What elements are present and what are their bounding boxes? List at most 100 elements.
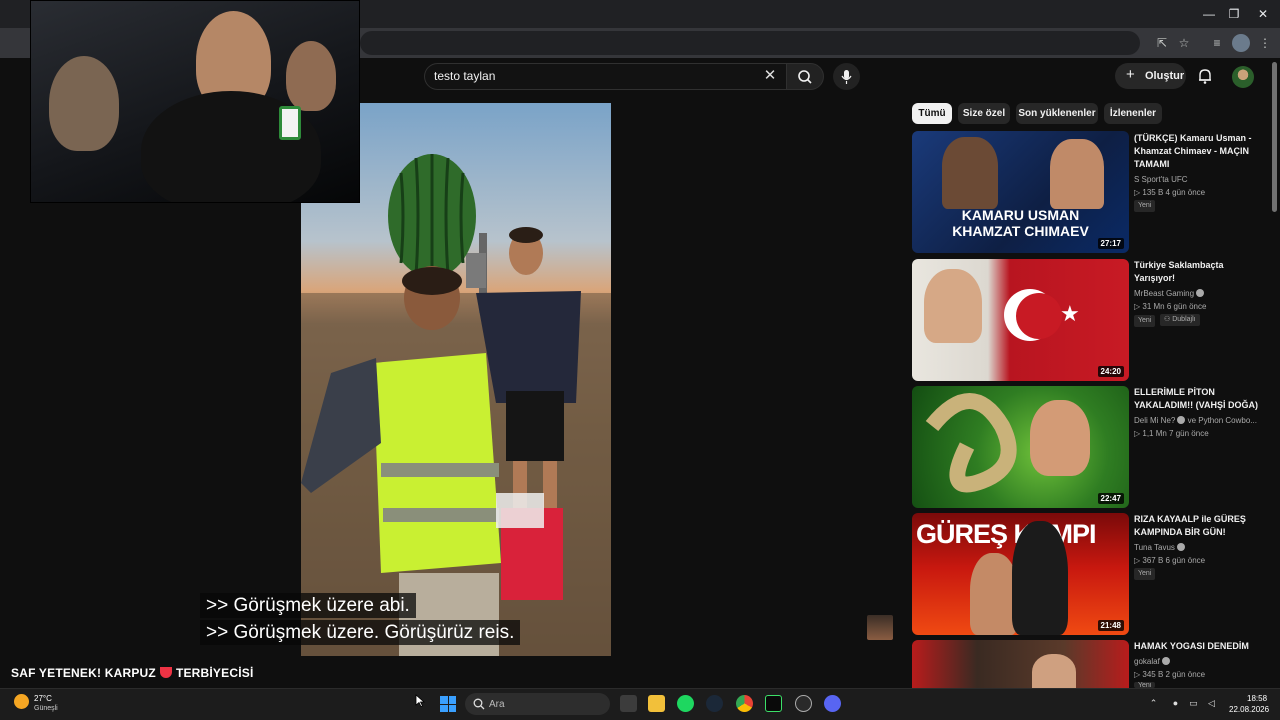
settings-gear-icon[interactable] <box>795 695 812 712</box>
thumbnail-fighter <box>942 137 998 209</box>
thumbnail-python <box>925 393 1017 493</box>
microphone-tray-icon[interactable]: ● <box>1170 698 1181 709</box>
profile-avatar-icon[interactable] <box>1232 34 1250 52</box>
webcam-person <box>49 56 119 151</box>
bookmark-star-icon[interactable]: ☆ <box>1175 34 1193 52</box>
video-meta: ▷ 135 B 4 gün önce <box>1134 188 1206 197</box>
notifications-button[interactable] <box>1195 66 1215 86</box>
collab-channel: ve Python Cowbo... <box>1187 416 1257 425</box>
chip-for-you[interactable]: Size özel <box>958 103 1010 124</box>
video-thumbnail[interactable]: GÜREŞ KAMPI 21:48 <box>912 513 1129 635</box>
thumbnail-fighter <box>1050 139 1104 209</box>
taskbar-search-label: Ara <box>489 699 505 710</box>
search-button[interactable] <box>786 63 824 90</box>
video-title[interactable]: HAMAK YOGASI DENEDİM <box>1134 640 1264 653</box>
video-title[interactable]: RIZA KAYAALP ile GÜREŞ KAMPINDA BİR GÜN! <box>1134 513 1264 539</box>
new-badge: Yeni <box>1134 315 1156 327</box>
channel-name[interactable]: Deli Mi Ne? ve Python Cowbo... <box>1134 416 1257 425</box>
task-view-icon[interactable] <box>620 695 637 712</box>
search-query: testo taylan <box>434 69 496 83</box>
caption-left: SAF YETENEK! KARPUZ <box>11 666 156 680</box>
plus-icon: + <box>1126 66 1135 83</box>
chip-watched[interactable]: İzlenenler <box>1104 103 1162 124</box>
voice-search-button[interactable] <box>833 63 860 90</box>
video-meta: ▷ 1,1 Mn 7 gün önce <box>1134 429 1209 438</box>
webcam-person <box>286 41 336 111</box>
caption-right: TERBİYECİSİ <box>175 666 254 680</box>
channel-name-text: gokalaf <box>1134 657 1160 666</box>
account-avatar[interactable] <box>1232 66 1254 88</box>
new-badge: Yeni <box>1134 200 1156 212</box>
chip-recent[interactable]: Son yüklenenler <box>1016 103 1098 124</box>
subtitle-line: >> Görüşmek üzere abi. <box>200 593 416 618</box>
thumbnail-text: KAMARU USMAN KHAMZAT CHIMAEV <box>952 207 1089 239</box>
install-app-icon[interactable]: ⇱ <box>1153 34 1171 52</box>
microphone-icon <box>841 70 852 84</box>
video-duration: 27:17 <box>1097 238 1124 249</box>
clock-time[interactable]: 18:58 <box>1247 694 1267 703</box>
close-window-button[interactable]: ✕ <box>1246 4 1280 24</box>
video-duration: 22:47 <box>1097 493 1124 504</box>
channel-name[interactable]: MrBeast Gaming <box>1134 289 1205 298</box>
stream-caption: SAF YETENEK! KARPUZ TERBİYECİSİ <box>11 666 253 680</box>
sun-icon[interactable] <box>14 694 29 709</box>
channel-name-text: MrBeast Gaming <box>1134 289 1195 298</box>
verified-icon <box>1176 543 1185 551</box>
subtitle-line: >> Görüşmek üzere. Görüşürüz reis. <box>200 620 521 645</box>
video-meta: ▷ 367 B 6 gün önce <box>1134 556 1206 565</box>
weather-description[interactable]: Güneşli <box>34 705 58 712</box>
video-meta: ▷ 345 B 2 gün önce <box>1134 670 1206 679</box>
channel-name-text: Tuna Tavus <box>1134 543 1175 552</box>
file-explorer-icon[interactable] <box>648 695 665 712</box>
browser-menu-icon[interactable]: ⋮ <box>1256 34 1274 52</box>
clear-search-icon[interactable]: ✕ <box>760 66 780 86</box>
webcam-light <box>279 106 301 140</box>
flag-star-icon: ★ <box>1060 301 1080 326</box>
cursor-icon <box>415 694 425 708</box>
taskbar-search[interactable] <box>465 693 610 715</box>
video-title[interactable]: (TÜRKÇE) Kamaru Usman - Khamzat Chimaev … <box>1134 132 1264 171</box>
dubbed-label: Dublajlı <box>1172 316 1196 323</box>
channel-thumbnail[interactable] <box>867 615 893 640</box>
search-icon <box>798 70 812 84</box>
video-thumbnail[interactable]: 22:47 <box>912 386 1129 508</box>
chrome-icon[interactable] <box>736 695 753 712</box>
create-label: Oluştur <box>1145 70 1185 82</box>
channel-name[interactable]: S Sport'ta UFC <box>1134 175 1188 184</box>
channel-name[interactable]: Tuna Tavus <box>1134 543 1185 552</box>
clock-date[interactable]: 22.08.2026 <box>1229 705 1269 714</box>
thumbnail-person <box>924 269 982 343</box>
chip-all[interactable]: Tümü <box>912 103 952 124</box>
address-bar[interactable] <box>360 31 1140 55</box>
verified-icon <box>1161 657 1170 665</box>
verified-icon <box>1177 416 1186 424</box>
network-icon[interactable]: ▭ <box>1188 698 1199 709</box>
dubbed-badge: ⚇ Dublajlı <box>1160 314 1200 326</box>
channel-name[interactable]: gokalaf <box>1134 657 1170 666</box>
video-title[interactable]: ELLERİMLE PİTON YAKALADIM!! (VAHŞİ DOĞA) <box>1134 386 1264 412</box>
thumbnail-person <box>1030 400 1090 476</box>
thumbnail-person <box>970 553 1018 635</box>
volume-icon[interactable]: ◁ <box>1206 698 1217 709</box>
video-thumbnail[interactable] <box>912 640 1129 688</box>
spotify-icon[interactable] <box>677 695 694 712</box>
video-duration: 21:48 <box>1097 620 1124 631</box>
reading-list-icon[interactable]: ≡ <box>1208 34 1226 52</box>
windows-taskbar <box>0 688 1280 720</box>
tray-overflow-icon[interactable]: ⌃ <box>1148 698 1159 709</box>
nvidia-icon[interactable] <box>765 695 782 712</box>
steam-icon[interactable] <box>706 695 723 712</box>
video-title[interactable]: Türkiye Saklambaçta Yarışıyor! <box>1134 259 1264 285</box>
windows-start-button[interactable] <box>440 696 456 712</box>
thumbnail-person <box>1032 654 1076 688</box>
weather-temperature[interactable]: 27°C <box>34 694 52 703</box>
thumbnail-text: GÜREŞ KAMPI <box>916 519 1097 549</box>
dubbed-icon: ⚇ <box>1164 316 1173 323</box>
video-thumbnail[interactable]: KAMARU USMAN KHAMZAT CHIMAEV 27:17 <box>912 131 1129 253</box>
bell-icon <box>1199 69 1211 84</box>
verified-icon <box>1196 289 1205 297</box>
video-duration: 24:20 <box>1097 366 1124 377</box>
page-scrollbar[interactable] <box>1272 62 1277 212</box>
discord-icon[interactable] <box>824 695 841 712</box>
video-thumbnail[interactable]: ★ 24:20 <box>912 259 1129 381</box>
